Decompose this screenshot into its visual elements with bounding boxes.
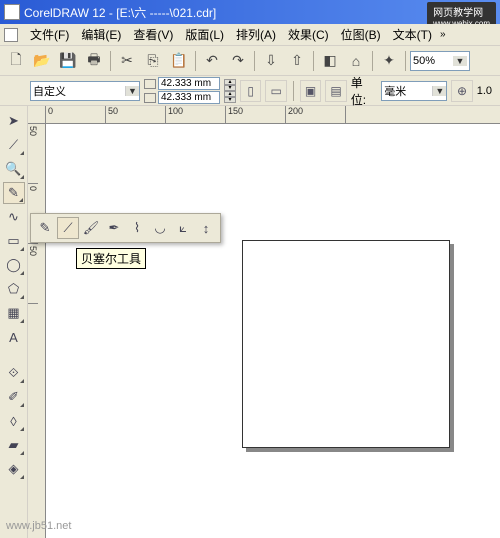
polygon-tool[interactable]: ⬠ — [3, 278, 25, 300]
3point-curve-tool[interactable]: ◡ — [149, 217, 171, 239]
menu-text[interactable]: 文本(T) — [387, 24, 438, 45]
curve-flyout: ✎ ⟋ 🖌 ✒ ⌇ ◡ ⟀ ↕ — [30, 213, 221, 243]
zoom-tool[interactable]: 🔍 — [3, 158, 25, 180]
window-title: CorelDRAW 12 - [E:\六 -----\021.cdr] — [24, 4, 216, 21]
menu-overflow-icon[interactable]: » — [440, 29, 446, 40]
menu-edit[interactable]: 编辑(E) — [75, 24, 127, 45]
interactive-blend-tool[interactable]: ⟐ — [3, 362, 25, 384]
property-bar: ▼ 42.333 mm 42.333 mm ▴▾▴▾ ▯ ▭ ▣ ▤ 单位: ▼… — [0, 76, 500, 106]
page-width-input[interactable]: 42.333 mm — [158, 77, 220, 90]
fill-tool[interactable]: ▰ — [3, 434, 25, 456]
rectangle-tool[interactable]: ▭ — [3, 230, 25, 252]
app-icon — [4, 4, 20, 20]
redo-button[interactable]: ↷ — [226, 49, 250, 73]
watermark-bottom-left: www.jb51.net — [6, 520, 71, 532]
portrait-button[interactable]: ▯ — [240, 80, 261, 102]
open-button[interactable]: 📂 — [30, 49, 54, 73]
freehand-tool-flyout[interactable]: ✎ — [34, 217, 56, 239]
main-area: ➤ ⟋ 🔍 ✎ ∿ ▭ ◯ ⬠ ▦ A ⟐ ✐ ◊ ▰ ◈ 0 50 100 1… — [0, 106, 500, 538]
new-button[interactable]: 🗋 — [4, 49, 28, 73]
interactive-fill-tool[interactable]: ◈ — [3, 458, 25, 480]
canvas[interactable] — [46, 124, 500, 538]
menu-bitmap[interactable]: 位图(B) — [335, 24, 387, 45]
undo-button[interactable]: ↶ — [200, 49, 224, 73]
corel-online-button[interactable]: ⌂ — [344, 49, 368, 73]
graph-paper-tool[interactable]: ▦ — [3, 302, 25, 324]
ruler-horizontal[interactable]: 0 50 100 150 200 — [46, 106, 500, 124]
nudge-value: 1.0 — [477, 85, 492, 97]
import-button[interactable]: ⇩ — [259, 49, 283, 73]
zoom-combo[interactable]: ▼ — [410, 51, 470, 71]
artistic-media-tool[interactable]: 🖌 — [80, 217, 102, 239]
menu-bar: 文件(F) 编辑(E) 查看(V) 版面(L) 排列(A) 效果(C) 位图(B… — [0, 24, 500, 46]
dropdown-icon[interactable]: ▼ — [125, 86, 139, 96]
ruler-origin[interactable] — [28, 106, 46, 124]
ruler-vertical[interactable]: 50 0 50 — [28, 124, 46, 538]
standard-toolbar: 🗋 📂 💾 🖶 ✂ ⎘ 📋 ↶ ↷ ⇩ ⇧ ◧ ⌂ ✦ ▼ — [0, 46, 500, 76]
shape-tool[interactable]: ⟋ — [3, 134, 25, 156]
page[interactable] — [242, 240, 450, 448]
unit-combo[interactable]: ▼ — [381, 81, 447, 101]
zoom-dropdown-icon[interactable]: ▼ — [453, 56, 467, 66]
page-layout-button-1[interactable]: ▣ — [300, 80, 321, 102]
connector-tool[interactable]: ⟀ — [172, 217, 194, 239]
app-launcher-button[interactable]: ◧ — [318, 49, 342, 73]
ellipse-tool[interactable]: ◯ — [3, 254, 25, 276]
save-button[interactable]: 💾 — [56, 49, 80, 73]
drawing-area: 0 50 100 150 200 50 0 50 — [28, 106, 500, 538]
unit-label: 单位: — [351, 74, 378, 108]
pick-tool[interactable]: ➤ — [3, 110, 25, 132]
tool-options-button[interactable]: ✦ — [377, 49, 401, 73]
copy-button[interactable]: ⎘ — [141, 49, 165, 73]
page-height-input[interactable]: 42.333 mm — [158, 91, 220, 104]
freehand-tool[interactable]: ✎ — [3, 182, 25, 204]
tooltip: 贝塞尔工具 — [76, 248, 146, 269]
cut-button[interactable]: ✂ — [115, 49, 139, 73]
title-bar: CorelDRAW 12 - [E:\六 -----\021.cdr] — [0, 0, 500, 24]
print-button[interactable]: 🖶 — [82, 49, 106, 73]
toolbox: ➤ ⟋ 🔍 ✎ ∿ ▭ ◯ ⬠ ▦ A ⟐ ✐ ◊ ▰ ◈ — [0, 106, 28, 538]
outline-tool[interactable]: ◊ — [3, 410, 25, 432]
unit-input[interactable] — [382, 85, 432, 97]
bezier-tool[interactable]: ⟋ — [57, 217, 79, 239]
menu-effects[interactable]: 效果(C) — [282, 24, 335, 45]
paste-button[interactable]: 📋 — [167, 49, 191, 73]
text-tool[interactable]: A — [3, 326, 25, 348]
dropdown-icon[interactable]: ▼ — [432, 86, 446, 96]
dimension-spinners[interactable]: ▴▾▴▾ — [224, 79, 236, 103]
height-icon — [144, 93, 156, 103]
page-layout-button-2[interactable]: ▤ — [325, 80, 346, 102]
export-button[interactable]: ⇧ — [285, 49, 309, 73]
menu-file[interactable]: 文件(F) — [24, 24, 75, 45]
paper-size-input[interactable] — [31, 85, 125, 97]
pen-tool[interactable]: ✒ — [103, 217, 125, 239]
smart-draw-tool[interactable]: ∿ — [3, 206, 25, 228]
nudge-icon: ⊕ — [451, 80, 472, 102]
menu-layout[interactable]: 版面(L) — [179, 24, 230, 45]
eyedropper-tool[interactable]: ✐ — [3, 386, 25, 408]
width-icon — [144, 79, 156, 89]
polyline-tool[interactable]: ⌇ — [126, 217, 148, 239]
menu-arrange[interactable]: 排列(A) — [230, 24, 282, 45]
page-dimensions: 42.333 mm 42.333 mm — [144, 77, 220, 104]
paper-size-combo[interactable]: ▼ — [30, 81, 140, 101]
menu-view[interactable]: 查看(V) — [127, 24, 179, 45]
doc-icon — [4, 28, 18, 42]
dimension-tool[interactable]: ↕ — [195, 217, 217, 239]
landscape-button[interactable]: ▭ — [265, 80, 286, 102]
zoom-input[interactable] — [413, 55, 453, 67]
